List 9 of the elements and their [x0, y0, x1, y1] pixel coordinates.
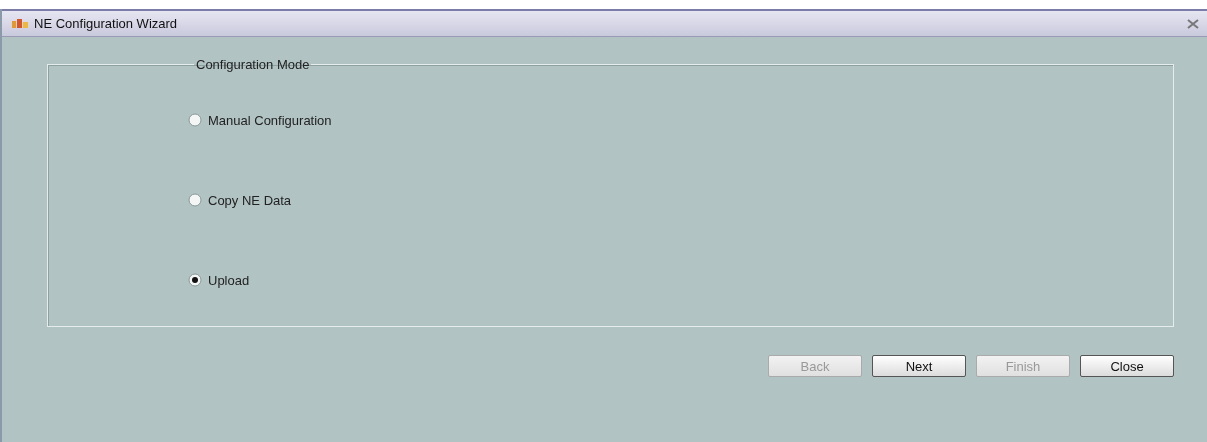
group-title: Configuration Mode — [195, 57, 311, 72]
wizard-button[interactable]: Next — [872, 355, 966, 377]
radio-option[interactable]: Copy NE Data — [188, 192, 292, 208]
window-title: NE Configuration Wizard — [34, 16, 179, 31]
radio-option[interactable]: Upload — [188, 272, 250, 288]
close-icon[interactable] — [1187, 18, 1199, 29]
radio-option[interactable]: Manual Configuration — [188, 112, 332, 128]
app-icon — [12, 18, 28, 29]
wizard-button[interactable]: Close — [1080, 355, 1174, 377]
